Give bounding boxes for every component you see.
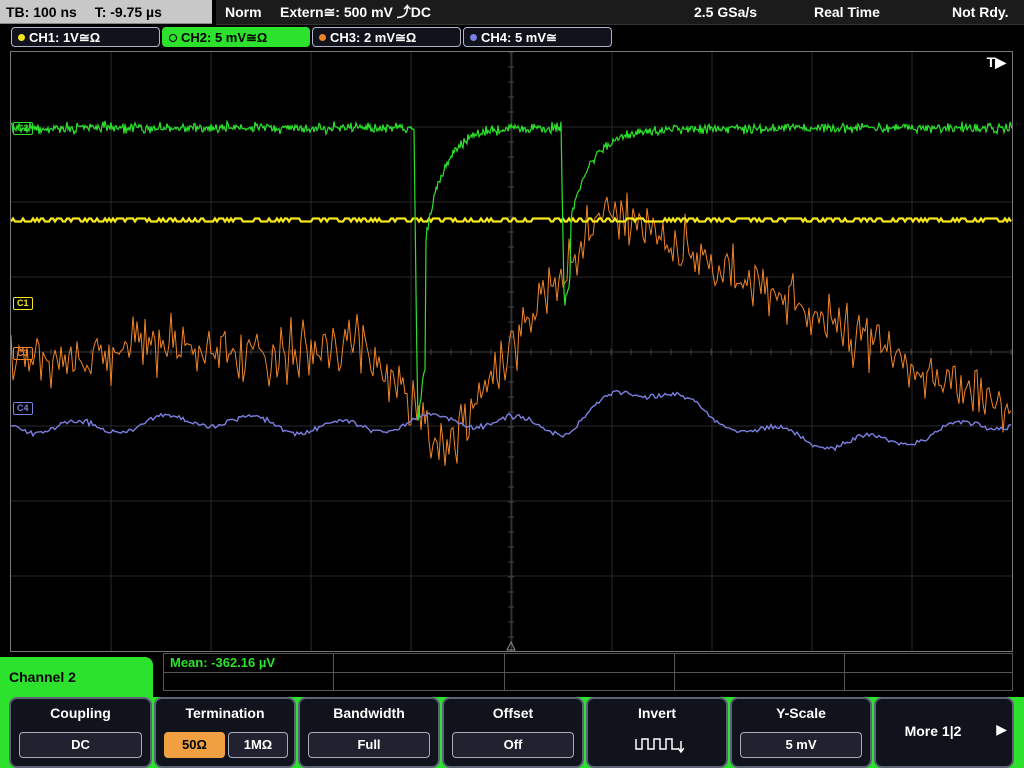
- channel-2-offset-marker[interactable]: C2: [13, 122, 33, 135]
- termination-softkey[interactable]: Termination 50Ω 1MΩ: [154, 697, 296, 768]
- measurement-divider: [164, 672, 1012, 673]
- offset-value: Off: [452, 732, 574, 758]
- channel-1-button[interactable]: CH1: 1V≅Ω: [11, 27, 160, 47]
- measurement-bar: Mean: -362.16 µV: [163, 653, 1013, 691]
- invert-title: Invert: [637, 705, 677, 721]
- measurement-col-divider: [674, 654, 675, 690]
- invert-square-wave-icon: [635, 738, 684, 754]
- channel-1-label: CH1: 1V≅Ω: [29, 30, 101, 45]
- bandwidth-value: Full: [308, 732, 430, 758]
- coupling-softkey[interactable]: Coupling DC: [9, 697, 152, 768]
- channel-3-dot-icon: [319, 34, 326, 42]
- channel-panel-tab[interactable]: Channel 2: [0, 657, 153, 697]
- channel-3-label: CH3: 2 mV≅Ω: [330, 30, 417, 45]
- channel-bar: CH1: 1V≅Ω CH2: 5 mV≅Ω CH3: 2 mV≅Ω CH4: 5…: [0, 27, 1024, 49]
- bandwidth-softkey[interactable]: Bandwidth Full: [298, 697, 440, 768]
- more-softkey[interactable]: More 1|2 ▶: [874, 697, 1014, 768]
- y-scale-title: Y-Scale: [776, 705, 826, 721]
- termination-title: Termination: [185, 705, 265, 721]
- acquisition-mode: Real Time: [814, 4, 880, 20]
- offset-title: Offset: [492, 705, 534, 721]
- y-scale-softkey[interactable]: Y-Scale 5 mV: [730, 697, 872, 768]
- measurement-col-divider: [504, 654, 505, 690]
- coupling-title: Coupling: [50, 705, 111, 721]
- timebase-value: TB: 100 ns: [6, 4, 77, 20]
- channel-4-label: CH4: 5 mV≅: [481, 30, 557, 45]
- timebase-box[interactable]: TB: 100 ns T: -9.75 µs: [0, 0, 212, 24]
- next-page-arrow-icon: ▶: [996, 721, 1007, 737]
- channel-3-button[interactable]: CH3: 2 mV≅Ω: [312, 27, 461, 47]
- channel-4-dot-icon: [470, 34, 477, 42]
- channel-1-offset-marker[interactable]: C1: [13, 297, 33, 310]
- status-bar: TB: 100 ns T: -9.75 µs Norm Extern≅: 500…: [0, 0, 1024, 26]
- termination-1mohm-option[interactable]: 1MΩ: [228, 732, 288, 758]
- trigger-mode[interactable]: Norm: [225, 0, 262, 24]
- more-label: More 1|2: [904, 723, 962, 739]
- trigger-source[interactable]: Extern≅: 500 mV ⤴DC: [280, 0, 431, 24]
- trigger-level-marker[interactable]: T▶: [987, 54, 1006, 71]
- graticule-grid: [11, 52, 1012, 651]
- channel-2-dot-icon: [169, 33, 177, 42]
- bandwidth-title: Bandwidth: [333, 705, 405, 721]
- invert-softkey[interactable]: Invert: [586, 697, 728, 768]
- offset-softkey[interactable]: Offset Off: [442, 697, 584, 768]
- channel-4-button[interactable]: CH4: 5 mV≅: [463, 27, 612, 47]
- y-scale-value: 5 mV: [740, 732, 862, 758]
- channel-3-offset-marker[interactable]: C3: [13, 347, 33, 360]
- waveform-display[interactable]: T▶ C2 C1 C3 C4: [10, 51, 1013, 652]
- channel-2-button[interactable]: CH2: 5 mV≅Ω: [162, 27, 310, 47]
- sample-rate: 2.5 GSa/s: [694, 4, 758, 20]
- channel-4-offset-marker[interactable]: C4: [13, 402, 33, 415]
- measurement-col-divider: [333, 654, 334, 690]
- measurement-col-divider: [844, 654, 845, 690]
- coupling-value: DC: [19, 732, 142, 758]
- termination-50ohm-option[interactable]: 50Ω: [164, 732, 225, 758]
- channel-1-dot-icon: [18, 34, 25, 42]
- acquisition-state: Not Rdy.: [952, 4, 1009, 20]
- waveform-canvas: [11, 52, 1012, 651]
- mean-measurement: Mean: -362.16 µV: [170, 655, 276, 670]
- trigger-time-value: T: -9.75 µs: [94, 4, 162, 20]
- channel-2-label: CH2: 5 mV≅Ω: [181, 30, 268, 45]
